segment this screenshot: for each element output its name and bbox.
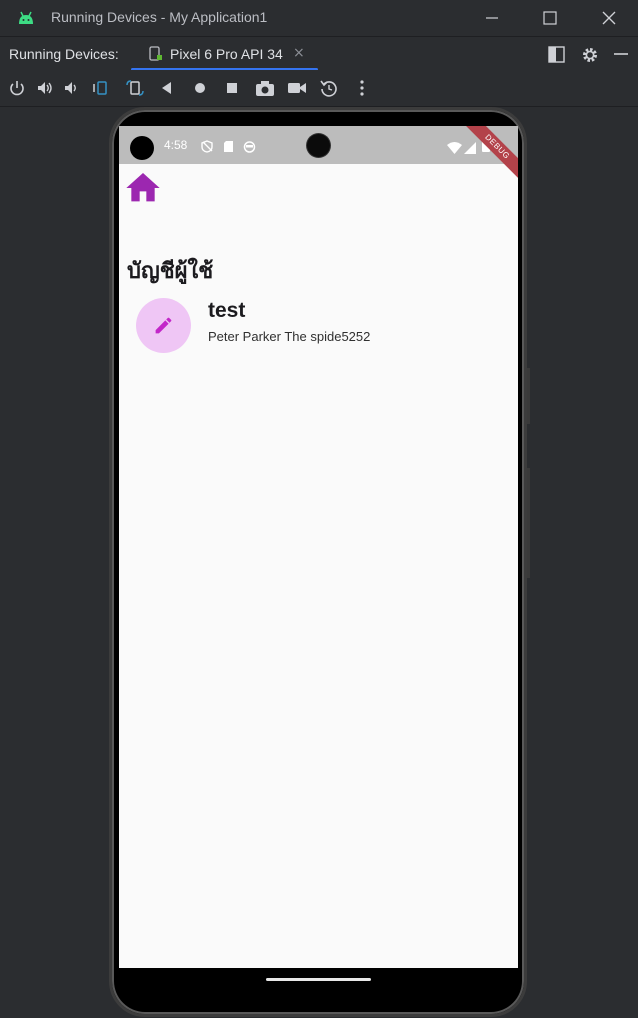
device-toolbar bbox=[0, 70, 638, 107]
home-button[interactable] bbox=[123, 168, 163, 208]
running-devices-label: Running Devices: bbox=[9, 46, 119, 62]
screen-record-icon[interactable] bbox=[287, 79, 306, 97]
account-subtitle: Peter Parker The spide5252 bbox=[208, 329, 371, 344]
edit-avatar-button[interactable] bbox=[136, 298, 191, 353]
back-icon[interactable] bbox=[158, 79, 176, 97]
tab-device-label: Pixel 6 Pro API 34 bbox=[170, 46, 283, 62]
tab-device[interactable]: Pixel 6 Pro API 34 × bbox=[131, 37, 318, 71]
volume-up-icon[interactable] bbox=[36, 79, 54, 97]
wifi-icon bbox=[447, 139, 462, 158]
minimize-button[interactable] bbox=[482, 8, 502, 28]
sd-card-icon bbox=[223, 138, 234, 157]
snapshot-icon[interactable] bbox=[320, 79, 338, 97]
close-button[interactable] bbox=[599, 8, 619, 28]
close-tab-icon[interactable]: × bbox=[293, 45, 305, 61]
window-title: Running Devices - My Application1 bbox=[51, 9, 268, 25]
account-title: test bbox=[208, 299, 246, 322]
power-icon[interactable] bbox=[8, 79, 26, 97]
account-list-item[interactable]: test Peter Parker The spide5252 bbox=[119, 296, 518, 356]
status-bar: 4:58 DEBUG bbox=[119, 126, 518, 184]
house-icon bbox=[126, 173, 160, 202]
page-title: บัญชีผู้ใช้ bbox=[127, 259, 214, 284]
status-time: 4:58 bbox=[164, 138, 188, 152]
phone-side-button bbox=[527, 368, 530, 424]
android-icon bbox=[17, 10, 35, 30]
tool-window-header: Running Devices: Pixel 6 Pro API 34 × bbox=[0, 36, 638, 71]
hide-icon[interactable] bbox=[613, 46, 629, 66]
notification-face-icon bbox=[243, 138, 256, 157]
device-screen[interactable]: 4:58 DEBUG บัญชีผู้ใช้ test Peter Parker… bbox=[119, 126, 518, 992]
rotate-right-icon[interactable] bbox=[126, 79, 144, 97]
home-icon[interactable] bbox=[191, 79, 209, 97]
signal-icon bbox=[464, 139, 476, 158]
title-bar: Running Devices - My Application1 bbox=[0, 0, 638, 36]
layout-icon[interactable] bbox=[548, 46, 565, 67]
volume-down-icon[interactable] bbox=[63, 79, 81, 97]
vpn-shield-icon bbox=[201, 138, 213, 157]
front-camera bbox=[307, 134, 330, 157]
screenshot-icon[interactable] bbox=[255, 79, 274, 97]
maximize-button[interactable] bbox=[540, 8, 560, 28]
edit-pencil-icon bbox=[155, 317, 172, 334]
gesture-handle[interactable] bbox=[266, 978, 371, 981]
status-cutout bbox=[130, 136, 154, 160]
navigation-bar bbox=[119, 968, 518, 992]
device-icon bbox=[149, 46, 163, 66]
settings-gear-icon[interactable] bbox=[581, 46, 599, 68]
rotate-left-icon[interactable] bbox=[92, 79, 110, 97]
phone-volume-button bbox=[527, 468, 530, 578]
overview-icon[interactable] bbox=[223, 79, 241, 97]
more-icon[interactable] bbox=[353, 79, 371, 97]
